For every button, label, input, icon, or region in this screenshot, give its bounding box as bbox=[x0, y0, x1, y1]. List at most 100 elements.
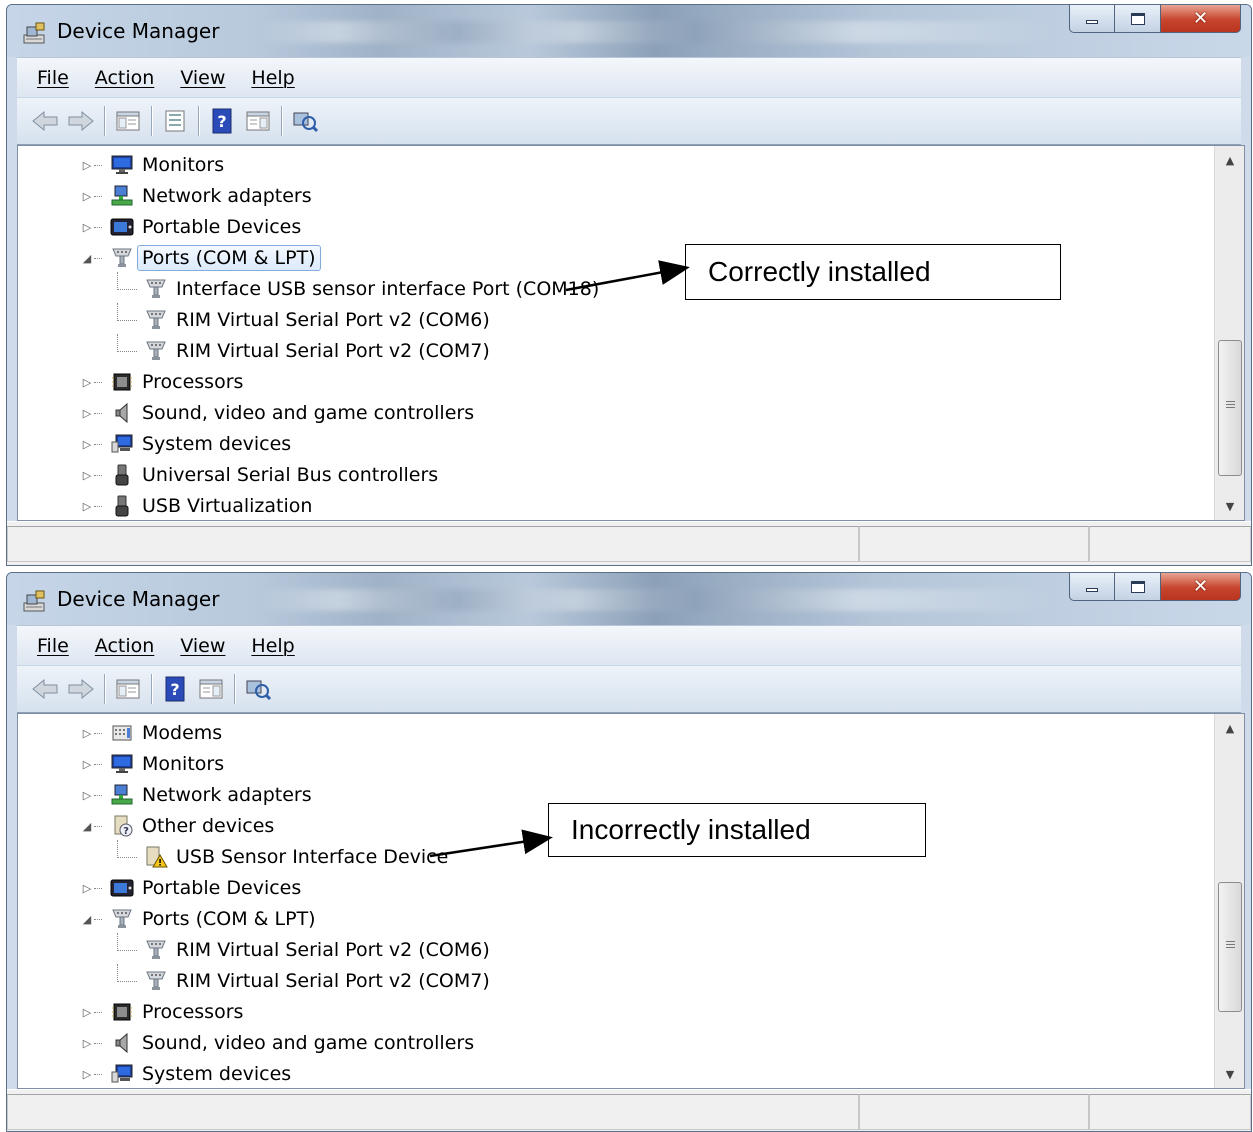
scan-hardware-changes-button[interactable] bbox=[240, 672, 276, 706]
tree-category-item[interactable]: ▷ Processors bbox=[18, 367, 1214, 398]
expand-arrow-icon[interactable]: ▷ bbox=[82, 1037, 92, 1050]
help-button[interactable]: ? bbox=[204, 104, 240, 138]
tree-category-item[interactable]: ▷ Monitors bbox=[18, 749, 1214, 780]
background-blur bbox=[257, 21, 1057, 43]
menu-help[interactable]: Help bbox=[251, 635, 294, 657]
back-button[interactable] bbox=[27, 672, 63, 706]
collapse-arrow-icon[interactable]: ◢ bbox=[82, 913, 92, 926]
tree-child-item[interactable]: RIM Virtual Serial Port v2 (COM7) bbox=[18, 964, 1214, 997]
tree-child-item[interactable]: RIM Virtual Serial Port v2 (COM6) bbox=[18, 933, 1214, 966]
tree-category-item[interactable]: ▷ Network adapters bbox=[18, 181, 1214, 212]
show-hide-console-tree-button[interactable] bbox=[110, 672, 146, 706]
device-manager-icon bbox=[23, 590, 45, 612]
tree-child-item[interactable]: RIM Virtual Serial Port v2 (COM6) bbox=[18, 303, 1214, 336]
scroll-down-icon[interactable]: ▼ bbox=[1215, 1060, 1244, 1088]
title-bar[interactable]: Device Manager ✕ bbox=[7, 5, 1251, 57]
menu-file[interactable]: File bbox=[37, 67, 69, 89]
expand-arrow-icon[interactable]: ▷ bbox=[82, 1006, 92, 1019]
tree-category-item[interactable]: ▷ Processors bbox=[18, 997, 1214, 1028]
tree-category-item[interactable]: ▷ Portable Devices bbox=[18, 212, 1214, 243]
tree-category-item[interactable]: ▷ Sound, video and game controllers bbox=[18, 398, 1214, 429]
tree-category-item[interactable]: ▷ System devices bbox=[18, 429, 1214, 460]
forward-button[interactable] bbox=[63, 672, 99, 706]
collapse-arrow-icon[interactable]: ◢ bbox=[82, 820, 92, 833]
menu-help[interactable]: Help bbox=[251, 67, 294, 89]
scroll-up-icon[interactable]: ▲ bbox=[1215, 146, 1244, 174]
action-pane-button[interactable] bbox=[193, 672, 229, 706]
device-tree-pane[interactable]: ▷ Monitors ▷ Network adapters ▷ Portable Devi… bbox=[17, 145, 1245, 521]
tree-connector-line bbox=[94, 227, 102, 228]
minimize-button[interactable] bbox=[1069, 573, 1115, 601]
title-bar[interactable]: Device Manager ✕ bbox=[7, 573, 1251, 625]
tree-item-label: Universal Serial Bus controllers bbox=[142, 464, 439, 486]
close-button[interactable]: ✕ bbox=[1161, 573, 1241, 601]
usb-icon bbox=[110, 494, 134, 518]
expand-arrow-icon[interactable]: ▷ bbox=[82, 727, 92, 740]
properties-button[interactable] bbox=[157, 104, 193, 138]
back-button[interactable] bbox=[27, 104, 63, 138]
collapse-arrow-icon[interactable]: ◢ bbox=[82, 252, 92, 265]
expand-arrow-icon[interactable]: ▷ bbox=[82, 758, 92, 771]
forward-button[interactable] bbox=[63, 104, 99, 138]
scroll-thumb[interactable] bbox=[1218, 340, 1242, 476]
expand-arrow-icon[interactable]: ▷ bbox=[82, 1068, 92, 1081]
svg-text:?: ? bbox=[123, 826, 129, 837]
minimize-button[interactable] bbox=[1069, 5, 1115, 33]
toolbar-separator bbox=[281, 106, 282, 136]
tree-category-item[interactable]: ▷ System devices bbox=[18, 1059, 1214, 1088]
expand-arrow-icon[interactable]: ▷ bbox=[82, 376, 92, 389]
expand-arrow-icon[interactable]: ▷ bbox=[82, 469, 92, 482]
tree-category-item[interactable]: ▷ Sound, video and game controllers bbox=[18, 1028, 1214, 1059]
unknown-device-icon: ? bbox=[110, 814, 134, 838]
vertical-scrollbar[interactable]: ▲ ▼ bbox=[1214, 714, 1244, 1088]
menu-file[interactable]: File bbox=[37, 635, 69, 657]
scroll-thumb[interactable] bbox=[1218, 882, 1242, 1012]
menu-view[interactable]: View bbox=[180, 67, 225, 89]
tree-connector-line bbox=[94, 475, 102, 476]
device-manager-window-correct: Device Manager ✕ File Action View Help ? bbox=[6, 4, 1252, 566]
menu-action[interactable]: Action bbox=[95, 67, 155, 89]
tree-item-label: Portable Devices bbox=[142, 877, 302, 899]
callout-correctly-installed: Correctly installed bbox=[685, 244, 1061, 300]
tree-category-item[interactable]: ▷ Universal Serial Bus controllers bbox=[18, 460, 1214, 491]
scan-hardware-icon bbox=[246, 680, 271, 701]
tree-category-item[interactable]: ▷ Portable Devices bbox=[18, 873, 1214, 904]
expand-arrow-icon[interactable]: ▷ bbox=[82, 438, 92, 451]
maximize-button[interactable] bbox=[1115, 573, 1161, 601]
speaker-icon bbox=[110, 401, 134, 425]
tree-connector-line bbox=[117, 272, 118, 290]
expand-arrow-icon[interactable]: ▷ bbox=[82, 159, 92, 172]
close-button[interactable]: ✕ bbox=[1161, 5, 1241, 33]
expand-arrow-icon[interactable]: ▷ bbox=[82, 407, 92, 420]
scroll-down-icon[interactable]: ▼ bbox=[1215, 492, 1244, 520]
device-tree-pane[interactable]: ▷ Modems ▷ Monitors ▷ Network adapters ◢? Other… bbox=[17, 713, 1245, 1089]
tree-connector-line bbox=[94, 1074, 102, 1075]
window-title: Device Manager bbox=[57, 587, 220, 611]
action-pane-button[interactable] bbox=[240, 104, 276, 138]
scan-hardware-changes-button[interactable] bbox=[287, 104, 323, 138]
tree-connector-line bbox=[117, 303, 118, 321]
expand-arrow-icon[interactable]: ▷ bbox=[82, 789, 92, 802]
help-button[interactable]: ? bbox=[157, 672, 193, 706]
close-icon: ✕ bbox=[1192, 8, 1209, 29]
vertical-scrollbar[interactable]: ▲ ▼ bbox=[1214, 146, 1244, 520]
maximize-button[interactable] bbox=[1115, 5, 1161, 33]
show-hide-console-tree-button[interactable] bbox=[110, 104, 146, 138]
network-adapter-icon bbox=[110, 184, 134, 208]
tree-category-item[interactable]: ▷ Monitors bbox=[18, 150, 1214, 181]
tree-category-item[interactable]: ▷ Modems bbox=[18, 718, 1214, 749]
menu-view[interactable]: View bbox=[180, 635, 225, 657]
tree-connector-line bbox=[94, 888, 102, 889]
speaker-icon bbox=[110, 1031, 134, 1055]
expand-arrow-icon[interactable]: ▷ bbox=[82, 190, 92, 203]
expand-arrow-icon[interactable]: ▷ bbox=[82, 500, 92, 513]
tree-category-item[interactable]: ◢ Ports (COM & LPT) bbox=[18, 904, 1214, 935]
scroll-up-icon[interactable]: ▲ bbox=[1215, 714, 1244, 742]
properties-icon bbox=[165, 110, 185, 132]
tree-category-item[interactable]: ▷ USB Virtualization bbox=[18, 491, 1214, 520]
tree-child-item[interactable]: RIM Virtual Serial Port v2 (COM7) bbox=[18, 334, 1214, 367]
toolbar: ? bbox=[17, 665, 1241, 713]
expand-arrow-icon[interactable]: ▷ bbox=[82, 221, 92, 234]
expand-arrow-icon[interactable]: ▷ bbox=[82, 882, 92, 895]
menu-action[interactable]: Action bbox=[95, 635, 155, 657]
